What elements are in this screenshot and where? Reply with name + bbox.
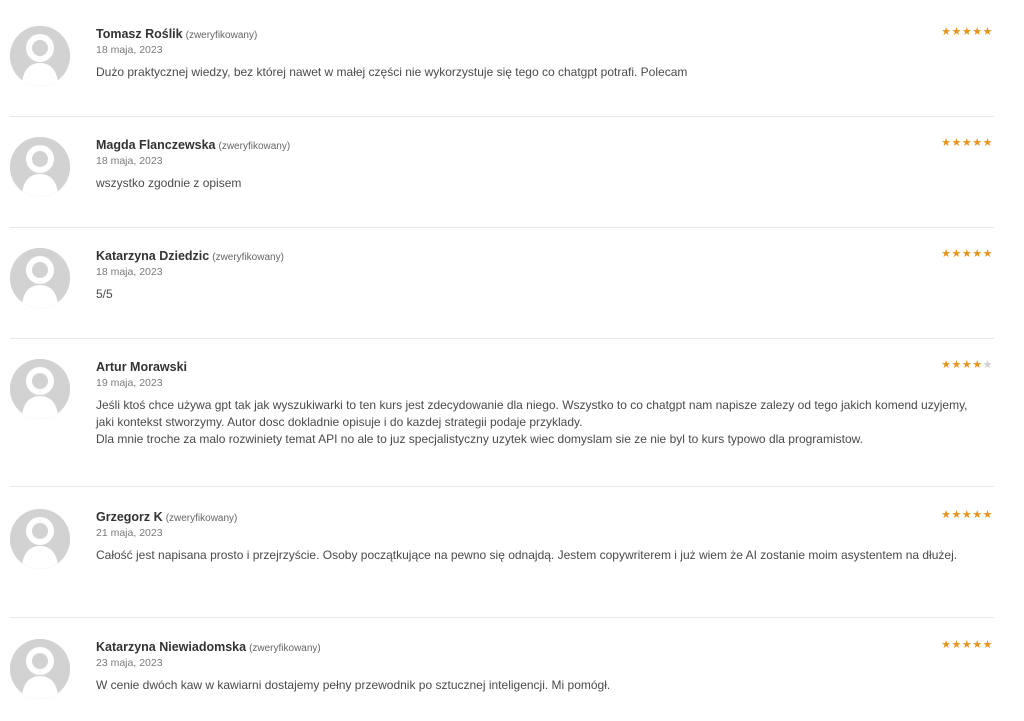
review-text-paragraph: Całość jest napisana prosto i przejrzyśc… [96, 548, 958, 562]
star-icon: ★ [941, 248, 952, 260]
review-text-paragraph: W cenie dwóch kaw w kawiarni dostajemy p… [96, 678, 611, 692]
review-text-paragraph: Jeśli ktoś chce używa gpt tak jak wyszuk… [96, 398, 968, 429]
divider [10, 338, 994, 339]
review-author: Katarzyna Niewiadomska [96, 640, 247, 654]
review-content: Tomasz Roślik (zweryfikowany) 18 maja, 20… [96, 26, 986, 81]
star-icon: ★ [972, 509, 983, 521]
star-icon: ★ [941, 509, 952, 521]
star-icon: ★ [982, 639, 993, 651]
review-content: Katarzyna Dziedzic (zweryfikowany) 18 maj… [96, 248, 986, 303]
review-author: Tomasz Roślik [96, 27, 183, 41]
user-avatar-icon [10, 248, 70, 308]
star-rating: ★★★★★ [941, 137, 993, 149]
star-icon: ★ [941, 639, 952, 651]
star-icon: ★ [972, 248, 983, 260]
divider [10, 486, 994, 487]
review-text: wszystko zgodnie z opisem [96, 175, 986, 192]
review-text: Jeśli ktoś chce używa gpt tak jak wyszuk… [96, 397, 986, 448]
verified-badge: (zweryfikowany) [218, 141, 291, 152]
star-icon: ★ [951, 248, 962, 260]
user-silhouette-icon [10, 509, 70, 569]
review-text: 5/5 [96, 286, 986, 303]
verified-badge: (zweryfikowany) [165, 513, 238, 524]
star-icon: ★ [951, 359, 962, 371]
star-icon: ★ [982, 359, 993, 371]
review-text: Całość jest napisana prosto i przejrzyśc… [96, 547, 986, 564]
user-avatar-icon [10, 359, 70, 419]
user-silhouette-icon [10, 248, 70, 308]
user-avatar-icon [10, 26, 70, 86]
review-text: Dużo praktycznej wiedzy, bez której nawe… [96, 64, 986, 81]
star-icon: ★ [951, 509, 962, 521]
user-silhouette-icon [10, 26, 70, 86]
user-avatar-icon [10, 639, 70, 699]
star-icon: ★ [972, 137, 983, 149]
star-icon: ★ [961, 137, 973, 149]
review-date: 18 maja, 2023 [96, 155, 163, 167]
review-text-paragraph: 5/5 [96, 287, 113, 301]
review-content: Artur Morawski 19 maja, 2023 Jeśli ktoś … [96, 359, 986, 448]
star-icon: ★ [972, 639, 983, 651]
review-header: Magda Flanczewska (zweryfikowany) [96, 137, 986, 153]
star-icon: ★ [941, 359, 952, 371]
divider [10, 227, 994, 228]
verified-badge: (zweryfikowany) [249, 643, 321, 654]
star-icon: ★ [982, 26, 993, 38]
star-icon: ★ [941, 26, 952, 38]
star-icon: ★ [982, 509, 993, 521]
star-icon: ★ [961, 639, 973, 651]
user-silhouette-icon [10, 639, 70, 699]
review-header: Artur Morawski [96, 359, 986, 375]
user-silhouette-icon [10, 137, 70, 197]
star-icon: ★ [951, 26, 962, 38]
user-avatar-icon [10, 137, 70, 197]
review-date: 21 maja, 2023 [96, 527, 163, 539]
user-silhouette-icon [10, 359, 70, 419]
review-author: Katarzyna Dziedzic [96, 249, 210, 263]
review-author: Magda Flanczewska [96, 138, 216, 152]
divider [10, 617, 994, 618]
star-icon: ★ [982, 248, 993, 260]
review-author: Grzegorz K [96, 510, 163, 524]
review-header: Katarzyna Dziedzic (zweryfikowany) [96, 248, 986, 264]
review-author: Artur Morawski [96, 360, 187, 374]
review-text: W cenie dwóch kaw w kawiarni dostajemy p… [96, 677, 986, 694]
star-icon: ★ [951, 639, 962, 651]
review-header: Tomasz Roślik (zweryfikowany) [96, 26, 986, 42]
review-date: 23 maja, 2023 [96, 657, 163, 669]
star-rating: ★★★★★ [941, 509, 993, 521]
star-icon: ★ [961, 26, 973, 38]
star-icon: ★ [972, 359, 983, 371]
star-rating: ★★★★★ [941, 359, 993, 371]
star-rating: ★★★★★ [941, 639, 993, 651]
divider [10, 116, 994, 117]
star-icon: ★ [982, 137, 993, 149]
review-header: Katarzyna Niewiadomska (zweryfikowany) [96, 639, 986, 655]
review-content: Katarzyna Niewiadomska (zweryfikowany) 23… [96, 639, 986, 694]
star-rating: ★★★★★ [941, 26, 993, 38]
star-icon: ★ [951, 137, 962, 149]
review-text-paragraph: Dla mnie troche za malo rozwiniety temat… [96, 432, 863, 446]
star-icon: ★ [961, 248, 973, 260]
review-date: 18 maja, 2023 [96, 266, 163, 278]
star-icon: ★ [972, 26, 983, 38]
review-date: 19 maja, 2023 [96, 377, 163, 389]
verified-badge: (zweryfikowany) [212, 252, 284, 263]
star-icon: ★ [961, 359, 973, 371]
review-header: Grzegorz K (zweryfikowany) [96, 509, 986, 525]
verified-badge: (zweryfikowany) [185, 30, 258, 41]
star-icon: ★ [961, 509, 973, 521]
reviews-list: Tomasz Roślik (zweryfikowany) 18 maja, 20… [0, 0, 1024, 721]
review-date: 18 maja, 2023 [96, 44, 163, 56]
review-content: Grzegorz K (zweryfikowany) 21 maja, 2023 … [96, 509, 986, 564]
review-content: Magda Flanczewska (zweryfikowany) 18 maja… [96, 137, 986, 192]
review-text-paragraph: wszystko zgodnie z opisem [96, 176, 242, 190]
user-avatar-icon [10, 509, 70, 569]
review-text-paragraph: Dużo praktycznej wiedzy, bez której nawe… [96, 65, 688, 79]
star-rating: ★★★★★ [941, 248, 993, 260]
star-icon: ★ [941, 137, 952, 149]
